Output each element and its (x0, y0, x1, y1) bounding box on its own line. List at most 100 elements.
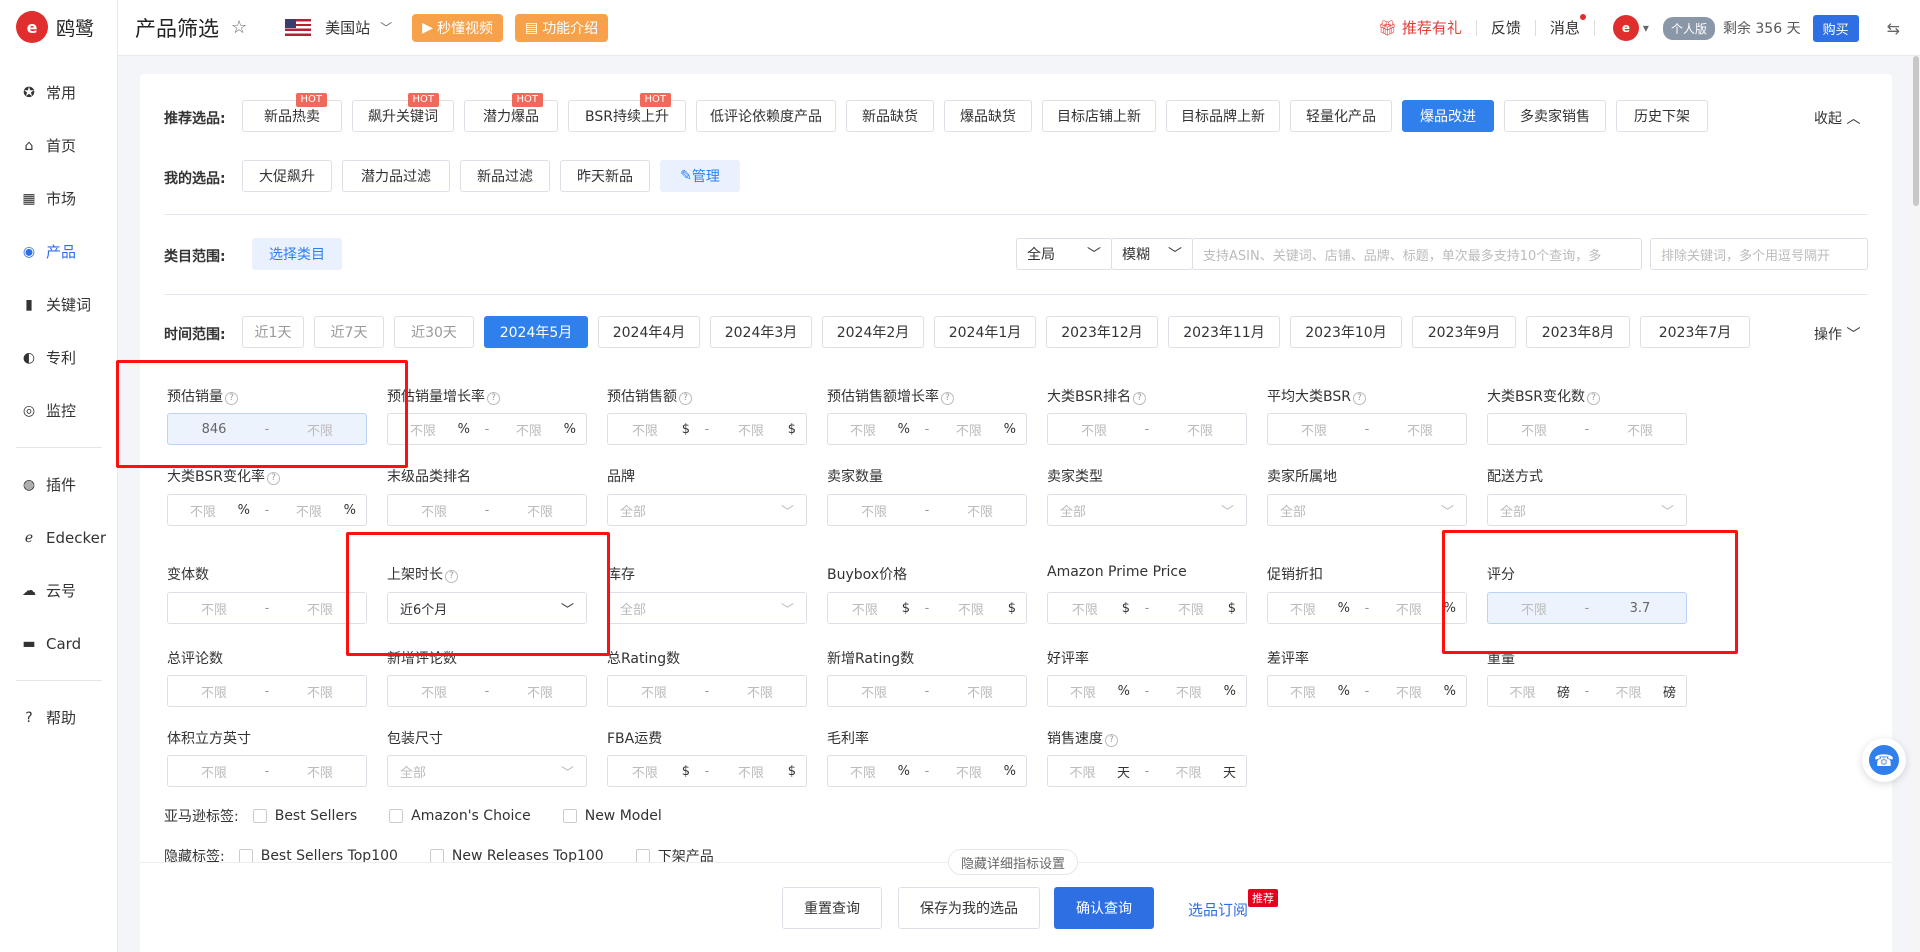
time-chip[interactable]: 2024年3月 (710, 316, 812, 348)
recommend-chip[interactable]: 历史下架 (1616, 100, 1708, 132)
range-min[interactable]: 不限 (828, 599, 902, 618)
range-min[interactable]: 不限 (168, 501, 238, 520)
search-input[interactable]: 支持ASIN、关键词、店铺、品牌、标题，单次最多支持10个查询，多 (1192, 238, 1642, 270)
range-max[interactable]: 不限 (934, 501, 1026, 520)
range-min[interactable]: 不限 (1268, 682, 1338, 701)
sidebar-item[interactable]: ▬ Card (0, 617, 118, 670)
range-min[interactable]: 不限 (388, 682, 480, 701)
time-chip[interactable]: 近1天 (242, 316, 304, 348)
tag-checkbox[interactable]: Best Sellers (252, 808, 357, 824)
ops-toggle[interactable]: 操作 ﹀ (1814, 324, 1860, 344)
select-category-button[interactable]: 选择类目 (252, 238, 342, 270)
range-input[interactable]: 不限% - 不限% (1047, 675, 1247, 707)
range-input[interactable]: 不限 - 不限 (607, 675, 807, 707)
range-min[interactable]: 不限 (1048, 599, 1122, 618)
range-min[interactable]: 不限 (1048, 682, 1118, 701)
time-chip[interactable]: 2024年4月 (598, 316, 700, 348)
tag-checkbox[interactable]: New Model (562, 808, 662, 824)
range-input[interactable]: 不限 - 不限 (1487, 413, 1687, 445)
sidebar-item[interactable]: ☁ 云号 (0, 564, 118, 617)
range-min[interactable]: 不限 (1048, 762, 1117, 781)
range-max[interactable]: 不限 (934, 762, 1004, 781)
range-input[interactable]: 不限% - 不限% (827, 755, 1027, 787)
range-input[interactable]: 不限% - 不限% (827, 413, 1027, 445)
time-chip[interactable]: 2024年2月 (822, 316, 924, 348)
sidebar-item[interactable]: ⌂ 首页 (0, 119, 118, 172)
sidebar-item[interactable]: ◎ 监控 (0, 384, 118, 437)
range-min[interactable]: 不限 (168, 762, 260, 781)
range-max[interactable]: 不限 (1154, 682, 1224, 701)
checkbox[interactable] (252, 809, 267, 823)
range-input[interactable]: 不限 - 不限 (167, 675, 367, 707)
time-chip[interactable]: 2024年5月 (484, 316, 588, 348)
recommend-chip[interactable]: 目标店铺上新 (1042, 100, 1156, 132)
intro-button[interactable]: ▤ 功能介绍 (514, 13, 609, 42)
range-input[interactable]: 不限 - 不限 (827, 494, 1027, 526)
recommend-chip[interactable]: 飙升关键词 HOT (352, 93, 454, 132)
time-chip[interactable]: 2023年9月 (1412, 316, 1516, 348)
referral-link[interactable]: 🎁︎ 推荐有礼 (1364, 20, 1477, 36)
recommend-chip[interactable]: 新品缺货 (846, 100, 934, 132)
range-input[interactable]: 不限 - 不限 (387, 494, 587, 526)
sidebar-item[interactable]: ✪ 常用 (0, 66, 118, 119)
tag-checkbox[interactable]: Amazon's Choice (389, 808, 531, 824)
range-max[interactable]: 不限 (934, 420, 1004, 439)
mine-chip[interactable]: 昨天新品 (560, 160, 650, 192)
messages-link[interactable]: 消息 (1536, 14, 1595, 36)
range-max[interactable]: 不限 (714, 682, 806, 701)
range-min[interactable]: 不限 (388, 501, 480, 520)
recommend-chip[interactable]: 爆品缺货 (944, 100, 1032, 132)
scroll-thumb[interactable] (1913, 56, 1919, 206)
range-input[interactable]: 不限 - 不限 (167, 755, 367, 787)
time-chip[interactable]: 近7天 (314, 316, 384, 348)
checkbox[interactable] (429, 849, 444, 863)
recommend-chip[interactable]: 爆品改进 (1402, 100, 1494, 132)
range-input[interactable]: 不限 - 不限 (827, 675, 1027, 707)
time-chip[interactable]: 近30天 (394, 316, 474, 348)
time-chip[interactable]: 2023年10月 (1290, 316, 1402, 348)
time-chip[interactable]: 2023年11月 (1168, 316, 1280, 348)
buy-button[interactable]: 购买 (1812, 14, 1859, 42)
brand-logo[interactable]: e 鸥鹭 (16, 11, 94, 43)
range-min[interactable]: 不限 (608, 420, 682, 439)
range-input[interactable]: 不限% - 不限% (1267, 592, 1467, 624)
range-max[interactable]: 不限 (714, 762, 788, 781)
mine-chip[interactable]: 新品过滤 (460, 160, 550, 192)
range-max[interactable]: 不限 (1594, 682, 1663, 701)
range-min[interactable]: 不限 (1268, 420, 1360, 439)
range-max[interactable]: 不限 (1374, 682, 1444, 701)
filter-select[interactable]: 全部 ﹀ (1267, 494, 1467, 526)
range-max[interactable]: 不限 (1374, 420, 1466, 439)
range-input[interactable]: 不限 $ - 不限 $ (607, 755, 807, 787)
subscribe-link[interactable]: 选品订阅 (1188, 899, 1248, 920)
hide-detail-button[interactable]: 隐藏详细指标设置 (948, 849, 1079, 875)
recommend-chip[interactable]: BSR持续上升 HOT (568, 93, 686, 132)
filter-select[interactable]: 全部 ﹀ (607, 494, 807, 526)
scrollbar[interactable] (1912, 56, 1920, 952)
range-max[interactable]: 不限 (274, 762, 366, 781)
range-max[interactable]: 不限 (934, 682, 1026, 701)
range-input[interactable]: 不限 - 不限 (1267, 413, 1467, 445)
time-chip[interactable]: 2023年8月 (1526, 316, 1630, 348)
sidebar-item[interactable]: ▦ 市场 (0, 172, 118, 225)
feedback-link[interactable]: 反馈 (1477, 20, 1536, 36)
sidebar-item[interactable]: ? 帮助 (0, 691, 118, 744)
range-min[interactable]: 不限 (608, 682, 700, 701)
range-input[interactable]: 不限 - 不限 (1047, 413, 1247, 445)
range-min[interactable]: 不限 (828, 682, 920, 701)
favorite-star-icon[interactable]: ☆ (231, 17, 247, 38)
manage-button[interactable]: ✎ 管理 (660, 160, 740, 192)
mine-chip[interactable]: 大促飙升 (242, 160, 332, 192)
range-min[interactable]: 不限 (828, 762, 898, 781)
recommend-chip[interactable]: 目标品牌上新 (1166, 100, 1280, 132)
range-min[interactable]: 不限 (168, 682, 260, 701)
range-input[interactable]: 不限 - 不限 (387, 675, 587, 707)
sidebar-item[interactable]: ◉ 产品 (0, 225, 118, 278)
checkbox[interactable] (562, 809, 577, 823)
range-input[interactable]: 不限 - 不限 (167, 592, 367, 624)
sidebar-item[interactable]: ◍ 插件 (0, 458, 118, 511)
avatar[interactable]: e (1612, 15, 1639, 41)
reset-button[interactable]: 重置查询 (782, 887, 882, 929)
range-input[interactable]: 不限% - 不限% (167, 494, 367, 526)
range-min[interactable]: 不限 (168, 599, 260, 618)
